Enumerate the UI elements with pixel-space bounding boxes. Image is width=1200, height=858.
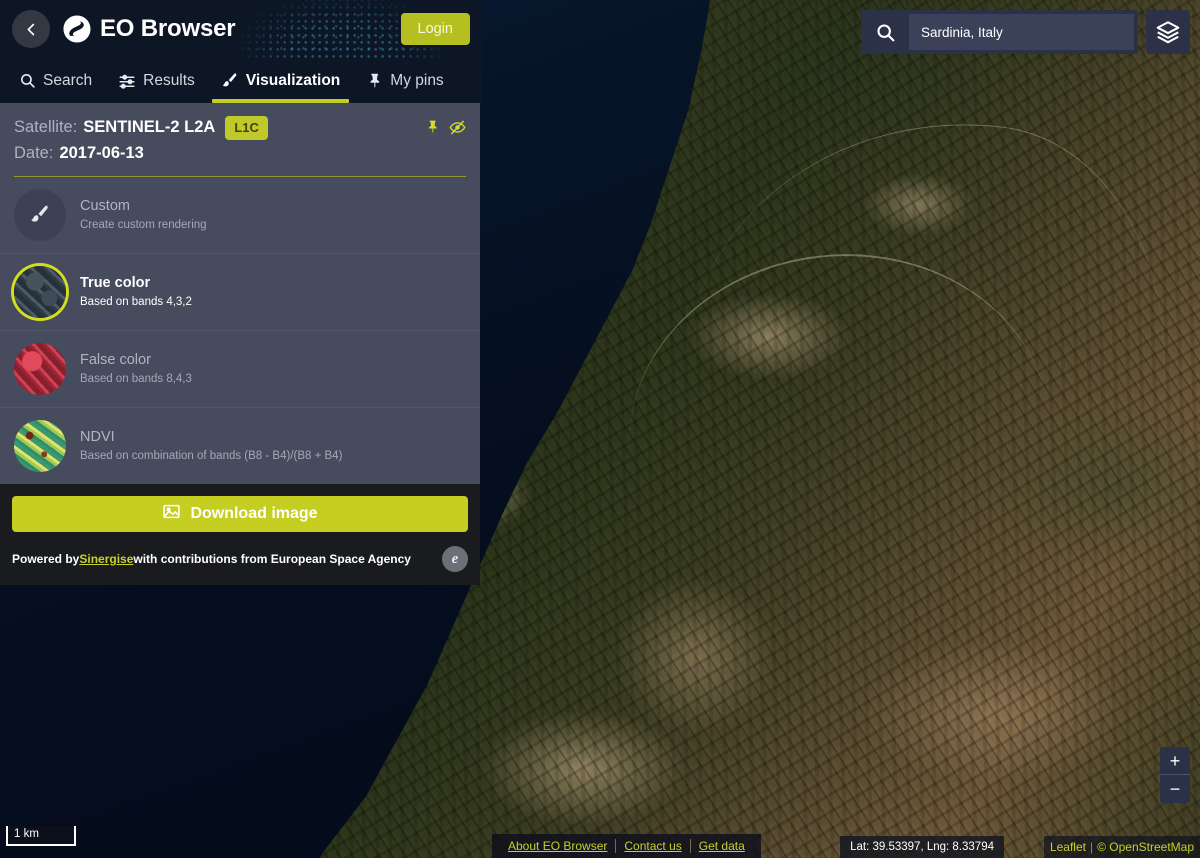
download-image-button[interactable]: Download image (12, 496, 468, 533)
search-icon[interactable] (861, 10, 909, 54)
ndvi-thumb-icon (14, 420, 66, 473)
sinergise-link[interactable]: Sinergise (79, 552, 133, 566)
vis-option-title: False color (80, 352, 151, 368)
vis-option-subtitle: Based on bands 4,3,2 (80, 295, 192, 308)
tab-visualization[interactable]: Visualization (208, 58, 353, 103)
pin-icon[interactable] (425, 119, 440, 136)
paintbrush-icon (14, 189, 66, 242)
vis-option-text: True color Based on bands 4,3,2 (80, 274, 192, 310)
map-scale-bar: 1 km (6, 826, 76, 846)
back-button[interactable] (12, 10, 50, 48)
tab-search[interactable]: Search (6, 58, 105, 103)
satellite-label: Satellite: (14, 118, 78, 136)
pin-icon (366, 72, 383, 89)
attribution-separator: | (1089, 840, 1094, 854)
vis-option-false-color[interactable]: False color Based on bands 8,4,3 (0, 331, 480, 409)
satellite-row: Satellite: SENTINEL-2 L2A L1C (14, 115, 466, 141)
scene-actions (425, 119, 466, 136)
eo-globe-logo-icon (62, 14, 92, 44)
layers-icon[interactable] (1146, 10, 1190, 54)
search-icon (19, 72, 36, 89)
brand[interactable]: EO Browser (62, 14, 236, 44)
app-title: EO Browser (100, 15, 236, 42)
vis-option-custom[interactable]: Custom Create custom rendering (0, 177, 480, 255)
processing-level-badge: L1C (225, 115, 268, 140)
map-search-widget (861, 10, 1190, 54)
contact-us-link[interactable]: Contact us (616, 839, 691, 853)
get-data-link[interactable]: Get data (691, 839, 753, 853)
tab-label: Results (143, 71, 195, 89)
paintbrush-icon (221, 72, 239, 90)
vis-option-subtitle: Based on bands 8,4,3 (80, 372, 192, 385)
tab-results[interactable]: Results (105, 58, 208, 103)
vis-option-true-color[interactable]: True color Based on bands 4,3,2 (0, 254, 480, 332)
tab-bar: Search Results Visualization My pins (0, 58, 482, 103)
vis-option-title: True color (80, 275, 151, 291)
login-button[interactable]: Login (400, 13, 470, 45)
tab-label: Visualization (245, 71, 341, 89)
date-label: Date: (14, 143, 54, 162)
powered-suffix: with contributions from European Space A… (133, 552, 411, 567)
date-value: 2017-06-13 (59, 143, 144, 162)
eo-browser-app: EO Browser Login Search (0, 0, 1200, 858)
map-attribution: Leaflet | © OpenStreetMap (1043, 836, 1200, 858)
zoom-out-button[interactable]: − (1160, 775, 1190, 803)
esa-logo-icon: e (442, 546, 468, 573)
vis-option-ndvi[interactable]: NDVI Based on combination of bands (B8 -… (0, 408, 480, 484)
powered-by-footer: Powered by Sinergise with contributions … (0, 532, 480, 586)
tab-label: Search (43, 71, 93, 89)
app-header: EO Browser Login (0, 0, 482, 58)
false-color-thumb-icon (14, 343, 66, 396)
about-eo-browser-link[interactable]: About EO Browser (500, 839, 617, 853)
visualization-options-list: Custom Create custom rendering True colo… (0, 177, 480, 484)
coordinates-readout: Lat: 39.53397, Lng: 8.33794 (840, 836, 1004, 858)
vis-option-subtitle: Create custom rendering (80, 218, 207, 231)
vis-option-text: Custom Create custom rendering (80, 197, 207, 233)
vis-option-title: NDVI (80, 429, 115, 445)
visualization-panel: Satellite: SENTINEL-2 L2A L1C Date: 2017… (0, 103, 480, 586)
vis-option-text: NDVI Based on combination of bands (B8 -… (80, 428, 342, 464)
sliders-icon (118, 72, 136, 90)
tab-my-pins[interactable]: My pins (353, 58, 456, 103)
left-panel: EO Browser Login Search Results Visualiz… (0, 0, 482, 586)
vis-option-subtitle: Based on combination of bands (B8 - B4)/… (80, 449, 343, 462)
eye-slash-icon[interactable] (449, 119, 466, 136)
powered-prefix: Powered by (12, 552, 80, 567)
scene-metadata: Satellite: SENTINEL-2 L2A L1C Date: 2017… (0, 103, 480, 166)
satellite-value: SENTINEL-2 L2A (83, 118, 216, 136)
search-input[interactable] (909, 14, 1134, 50)
vis-option-title: Custom (80, 198, 130, 214)
leaflet-link[interactable]: Leaflet (1050, 840, 1086, 854)
bottom-links-bar: About EO Browser Contact us Get data (492, 834, 761, 858)
download-image-label: Download image (190, 505, 318, 523)
download-section: Download image (0, 484, 480, 533)
date-row: Date: 2017-06-13 (14, 141, 466, 167)
tab-label: My pins (390, 71, 444, 89)
image-icon (162, 502, 181, 526)
vis-option-text: False color Based on bands 8,4,3 (80, 351, 192, 387)
true-color-thumb-icon (14, 266, 66, 319)
map-zoom-controls: + − (1160, 747, 1190, 803)
search-shell (861, 10, 1138, 54)
zoom-in-button[interactable]: + (1160, 747, 1190, 775)
openstreetmap-link[interactable]: © OpenStreetMap (1097, 840, 1194, 854)
